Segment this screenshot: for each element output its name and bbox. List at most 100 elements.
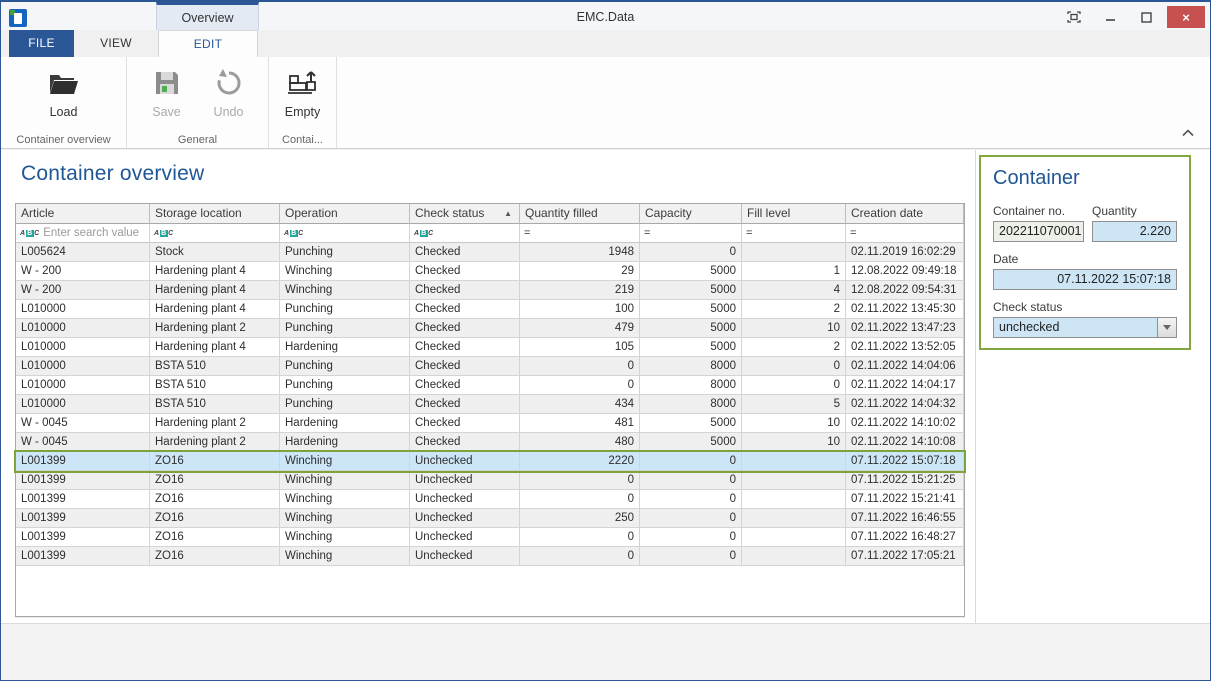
cell-article: W - 0045 (16, 433, 150, 452)
cell-operation: Winching (280, 471, 410, 490)
column-header-article[interactable]: Article (16, 204, 150, 224)
date-label: Date (993, 252, 1177, 266)
cell-quantity-filled: 105 (520, 338, 640, 357)
table-row[interactable]: L001399ZO16WinchingUnchecked250007.11.20… (16, 509, 964, 528)
filter-cell-fill-level[interactable]: = (742, 224, 846, 243)
table-row[interactable]: W - 200Hardening plant 4WinchingChecked2… (16, 281, 964, 300)
cell-article: L001399 (16, 528, 150, 547)
dropdown-button[interactable] (1157, 318, 1176, 337)
cell-creation-date: 12.08.2022 09:54:31 (846, 281, 964, 300)
table-row[interactable]: L010000Hardening plant 2PunchingChecked4… (16, 319, 964, 338)
minimize-icon[interactable] (1095, 6, 1125, 28)
close-icon[interactable]: × (1167, 6, 1205, 28)
cell-article: L010000 (16, 338, 150, 357)
cell-fill-level (742, 528, 846, 547)
cell-article: L010000 (16, 319, 150, 338)
cell-operation: Punching (280, 319, 410, 338)
cell-article: L001399 (16, 452, 150, 471)
table-row[interactable]: L001399ZO16WinchingUnchecked0007.11.2022… (16, 490, 964, 509)
cell-check-status: Checked (410, 395, 520, 414)
container-overview-section: Container overview ArticleStorage locati… (1, 150, 976, 623)
cell-fill-level (742, 509, 846, 528)
undo-button[interactable]: Undo (198, 61, 260, 119)
column-header-operation[interactable]: Operation (280, 204, 410, 224)
cell-quantity-filled: 0 (520, 490, 640, 509)
cell-article: L001399 (16, 490, 150, 509)
filter-cell-operation[interactable]: ABC (280, 224, 410, 243)
cell-operation: Winching (280, 528, 410, 547)
column-header-storage-location[interactable]: Storage location (150, 204, 280, 224)
table-row[interactable]: W - 0045Hardening plant 2HardeningChecke… (16, 433, 964, 452)
cell-operation: Winching (280, 490, 410, 509)
cell-storage-location: Hardening plant 4 (150, 300, 280, 319)
cell-creation-date: 02.11.2022 13:52:05 (846, 338, 964, 357)
table-row[interactable]: W - 0045Hardening plant 2HardeningChecke… (16, 414, 964, 433)
table-row[interactable]: L001399ZO16WinchingUnchecked0007.11.2022… (16, 471, 964, 490)
table-row[interactable]: L001399ZO16WinchingUnchecked0007.11.2022… (16, 528, 964, 547)
cell-fill-level: 10 (742, 319, 846, 338)
table-row[interactable]: L010000Hardening plant 4HardeningChecked… (16, 338, 964, 357)
table-row[interactable]: L010000BSTA 510PunchingChecked4348000502… (16, 395, 964, 414)
filter-cell-check-status[interactable]: ABC (410, 224, 520, 243)
cell-capacity: 8000 (640, 357, 742, 376)
table-row[interactable]: L010000BSTA 510PunchingChecked08000002.1… (16, 357, 964, 376)
filter-cell-creation-date[interactable]: = (846, 224, 964, 243)
maximize-icon[interactable] (1131, 6, 1161, 28)
app-logo-icon (9, 9, 27, 27)
fullscreen-icon[interactable] (1059, 6, 1089, 28)
table-row[interactable]: W - 200Hardening plant 4WinchingChecked2… (16, 262, 964, 281)
collapse-ribbon-icon[interactable] (1182, 124, 1194, 142)
filter-cell-storage-location[interactable]: ABC (150, 224, 280, 243)
cell-storage-location: Hardening plant 4 (150, 262, 280, 281)
equals-filter-icon: = (644, 227, 650, 239)
filter-cell-capacity[interactable]: = (640, 224, 742, 243)
check-status-dropdown[interactable]: unchecked (993, 317, 1177, 338)
table-row[interactable]: L010000Hardening plant 4PunchingChecked1… (16, 300, 964, 319)
column-header-fill-level[interactable]: Fill level (742, 204, 846, 224)
load-button[interactable]: Load (33, 61, 95, 119)
cell-article: L010000 (16, 376, 150, 395)
date-field[interactable]: 07.11.2022 15:07:18 (993, 269, 1177, 290)
cell-check-status: Checked (410, 281, 520, 300)
text-filter-abc-icon: ABC (154, 230, 173, 237)
filter-cell-article[interactable]: ABCEnter search value (16, 224, 150, 243)
document-tab-overview[interactable]: Overview (156, 2, 259, 32)
check-status-label: Check status (993, 300, 1177, 314)
cell-capacity: 5000 (640, 300, 742, 319)
table-body: L005624StockPunchingChecked1948002.11.20… (16, 243, 964, 566)
cell-fill-level: 10 (742, 433, 846, 452)
cell-fill-level: 5 (742, 395, 846, 414)
tab-view[interactable]: VIEW (74, 30, 158, 57)
table-row[interactable]: L005624StockPunchingChecked1948002.11.20… (16, 243, 964, 262)
tab-edit[interactable]: EDIT (158, 30, 258, 57)
column-header-check-status[interactable]: Check status▲ (410, 204, 520, 224)
cell-creation-date: 02.11.2022 14:04:32 (846, 395, 964, 414)
container-table: ArticleStorage locationOperationCheck st… (15, 203, 965, 617)
column-header-capacity[interactable]: Capacity (640, 204, 742, 224)
column-header-quantity-filled[interactable]: Quantity filled (520, 204, 640, 224)
cell-storage-location: ZO16 (150, 547, 280, 566)
cell-storage-location: Hardening plant 2 (150, 319, 280, 338)
cell-check-status: Checked (410, 433, 520, 452)
filter-cell-quantity-filled[interactable]: = (520, 224, 640, 243)
table-row[interactable]: L001399ZO16WinchingUnchecked0007.11.2022… (16, 547, 964, 566)
tab-file[interactable]: FILE (9, 30, 74, 57)
column-header-label: Fill level (747, 204, 790, 223)
check-status-value: unchecked (994, 318, 1157, 337)
save-button[interactable]: Save (136, 61, 198, 119)
quantity-field[interactable]: 2.220 (1092, 221, 1177, 242)
cell-capacity: 0 (640, 490, 742, 509)
cell-fill-level: 10 (742, 414, 846, 433)
empty-container-icon (275, 65, 330, 101)
ribbon-tab-bar: FILE VIEW EDIT (1, 30, 1210, 57)
cell-operation: Winching (280, 452, 410, 471)
cell-quantity-filled: 480 (520, 433, 640, 452)
table-row-selected[interactable]: L001399ZO16WinchingUnchecked2220007.11.2… (16, 452, 964, 471)
container-no-field[interactable]: 202211070001 (993, 221, 1084, 242)
table-row[interactable]: L010000BSTA 510PunchingChecked08000002.1… (16, 376, 964, 395)
cell-article: L010000 (16, 357, 150, 376)
chevron-down-icon (1163, 325, 1171, 330)
column-header-creation-date[interactable]: Creation date (846, 204, 964, 224)
cell-check-status: Unchecked (410, 471, 520, 490)
empty-button[interactable]: Empty (275, 61, 330, 119)
